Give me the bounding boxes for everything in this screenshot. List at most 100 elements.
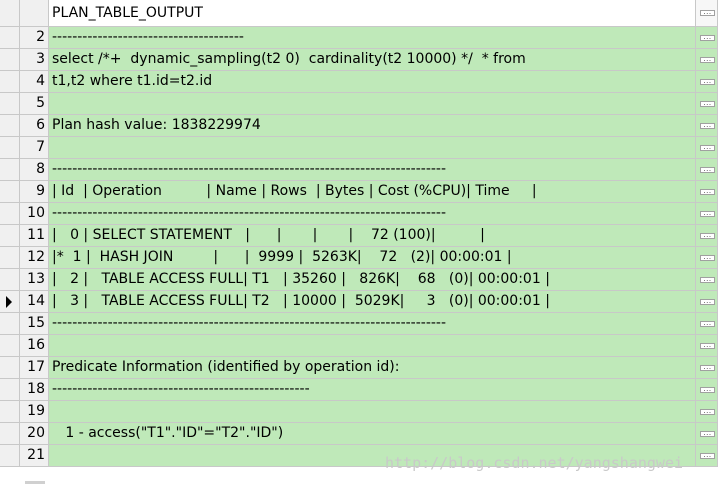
row-indicator-cell[interactable]	[0, 379, 20, 401]
row-indicator-cell[interactable]	[0, 291, 20, 313]
table-row[interactable]: 20 1 - access("T1"."ID"="T2"."ID")...	[0, 423, 718, 445]
table-row[interactable]: 3 select /*+ dynamic_sampling(t2 0) cardi…	[0, 49, 718, 71]
cell-ellipsis-button[interactable]: ...	[696, 93, 718, 115]
table-row[interactable]: 17 Predicate Information (identified by o…	[0, 357, 718, 379]
cell-ellipsis-button[interactable]: ...	[696, 401, 718, 423]
plan-output-cell[interactable]: Plan hash value: 1838229974	[49, 115, 696, 137]
plan-output-cell[interactable]: |* 1 | HASH JOIN | | 9999 | 5263K| 72 (2…	[49, 247, 696, 269]
watermark: http://blog.csdn.net/yangshangwei	[385, 454, 684, 472]
row-indicator-cell[interactable]	[0, 159, 20, 181]
row-indicator-cell[interactable]	[0, 423, 20, 445]
plan-output-cell[interactable]: t1,t2 where t1.id=t2.id	[49, 71, 696, 93]
table-row[interactable]: 9 | Id | Operation | Name | Rows | Bytes …	[0, 181, 718, 203]
row-indicator-cell[interactable]	[0, 93, 20, 115]
cell-ellipsis-button[interactable]: ...	[696, 181, 718, 203]
ellipsis-icon: ...	[700, 298, 715, 305]
cell-ellipsis-button[interactable]: ...	[696, 49, 718, 71]
table-row[interactable]: 2 --------------------------------------.…	[0, 27, 718, 49]
cell-ellipsis-button[interactable]: ...	[696, 203, 718, 225]
table-row[interactable]: 13 | 2 | TABLE ACCESS FULL| T1 | 35260 | …	[0, 269, 718, 291]
table-row[interactable]: 5...	[0, 93, 718, 115]
cell-ellipsis-button[interactable]: ...	[696, 357, 718, 379]
plan-output-cell[interactable]: 1 - access("T1"."ID"="T2"."ID")	[49, 423, 696, 445]
row-indicator-cell[interactable]	[0, 247, 20, 269]
table-row[interactable]: 14 | 3 | TABLE ACCESS FULL| T2 | 10000 | …	[0, 291, 718, 313]
plan-output-cell[interactable]	[49, 137, 696, 159]
ellipsis-icon: ...	[700, 342, 715, 349]
row-number: 18	[20, 379, 49, 401]
row-indicator-cell[interactable]	[0, 137, 20, 159]
column-header-plan-table-output[interactable]: PLAN_TABLE_OUTPUT	[49, 0, 696, 27]
ellipsis-icon: ...	[700, 386, 715, 393]
cell-ellipsis-button[interactable]: ...	[696, 159, 718, 181]
row-indicator-cell[interactable]	[0, 335, 20, 357]
ellipsis-icon: ...	[700, 78, 715, 85]
ellipsis-icon: ...	[700, 34, 715, 41]
cell-ellipsis-button[interactable]: ...	[696, 313, 718, 335]
table-row[interactable]: 15 --------------------------------------…	[0, 313, 718, 335]
plan-output-cell[interactable]	[49, 335, 696, 357]
horizontal-scrollbar[interactable]	[25, 481, 45, 484]
plan-output-cell[interactable]: | 2 | TABLE ACCESS FULL| T1 | 35260 | 82…	[49, 269, 696, 291]
table-row[interactable]: 10 --------------------------------------…	[0, 203, 718, 225]
row-indicator-cell[interactable]	[0, 181, 20, 203]
row-number: 19	[20, 401, 49, 423]
cell-ellipsis-button[interactable]: ...	[696, 445, 718, 467]
row-indicator-cell[interactable]	[0, 357, 20, 379]
row-indicator-cell[interactable]	[0, 71, 20, 93]
cell-ellipsis-button[interactable]: ...	[696, 225, 718, 247]
table-row[interactable]: 16...	[0, 335, 718, 357]
row-indicator-cell[interactable]	[0, 203, 20, 225]
result-grid: PLAN_TABLE_OUTPUT ... 2 -----------------…	[0, 0, 718, 467]
cell-ellipsis-button[interactable]: ...	[696, 115, 718, 137]
cell-ellipsis-button[interactable]: ...	[696, 247, 718, 269]
cell-ellipsis-button[interactable]: ...	[696, 269, 718, 291]
table-row[interactable]: 4 t1,t2 where t1.id=t2.id...	[0, 71, 718, 93]
grid-header-row: PLAN_TABLE_OUTPUT ...	[0, 0, 718, 27]
row-number: 10	[20, 203, 49, 225]
ellipsis-icon: ...	[700, 452, 715, 459]
row-indicator-cell[interactable]	[0, 445, 20, 467]
row-indicator-cell[interactable]	[0, 313, 20, 335]
plan-output-cell[interactable]: ----------------------------------------…	[49, 159, 696, 181]
plan-output-cell[interactable]	[49, 401, 696, 423]
table-row[interactable]: 18 --------------------------------------…	[0, 379, 718, 401]
ellipsis-icon: ...	[700, 210, 715, 217]
plan-output-cell[interactable]: Predicate Information (identified by ope…	[49, 357, 696, 379]
cell-ellipsis-button[interactable]: ...	[696, 27, 718, 49]
plan-output-cell[interactable]: ----------------------------------------…	[49, 203, 696, 225]
header-ellipsis-button[interactable]: ...	[696, 0, 718, 27]
row-number: 2	[20, 27, 49, 49]
table-row[interactable]: 7...	[0, 137, 718, 159]
cell-ellipsis-button[interactable]: ...	[696, 137, 718, 159]
table-row[interactable]: 8 ---------------------------------------…	[0, 159, 718, 181]
plan-output-cell[interactable]: select /*+ dynamic_sampling(t2 0) cardin…	[49, 49, 696, 71]
row-number: 17	[20, 357, 49, 379]
table-row[interactable]: 6 Plan hash value: 1838229974...	[0, 115, 718, 137]
plan-output-cell[interactable]: | Id | Operation | Name | Rows | Bytes |…	[49, 181, 696, 203]
row-number: 13	[20, 269, 49, 291]
table-row[interactable]: 19...	[0, 401, 718, 423]
row-indicator-cell[interactable]	[0, 115, 20, 137]
cell-ellipsis-button[interactable]: ...	[696, 71, 718, 93]
row-indicator-cell[interactable]	[0, 27, 20, 49]
plan-output-cell[interactable]: ----------------------------------------…	[49, 379, 696, 401]
row-indicator-cell[interactable]	[0, 49, 20, 71]
plan-output-cell[interactable]: | 3 | TABLE ACCESS FULL| T2 | 10000 | 50…	[49, 291, 696, 313]
cell-ellipsis-button[interactable]: ...	[696, 335, 718, 357]
table-row[interactable]: 11 | 0 | SELECT STATEMENT | | | | 72 (100…	[0, 225, 718, 247]
plan-output-cell[interactable]: ----------------------------------------…	[49, 313, 696, 335]
row-indicator-cell[interactable]	[0, 269, 20, 291]
plan-output-cell[interactable]: --------------------------------------	[49, 27, 696, 49]
row-indicator-cell[interactable]	[0, 225, 20, 247]
cell-ellipsis-button[interactable]: ...	[696, 423, 718, 445]
table-row[interactable]: 12 |* 1 | HASH JOIN | | 9999 | 5263K| 72 …	[0, 247, 718, 269]
cell-ellipsis-button[interactable]: ...	[696, 379, 718, 401]
row-indicator-cell[interactable]	[0, 401, 20, 423]
plan-output-cell[interactable]: | 0 | SELECT STATEMENT | | | | 72 (100)|…	[49, 225, 696, 247]
ellipsis-icon: ...	[700, 9, 715, 16]
header-indicator-cell	[0, 0, 20, 27]
ellipsis-icon: ...	[700, 408, 715, 415]
cell-ellipsis-button[interactable]: ...	[696, 291, 718, 313]
plan-output-cell[interactable]	[49, 93, 696, 115]
